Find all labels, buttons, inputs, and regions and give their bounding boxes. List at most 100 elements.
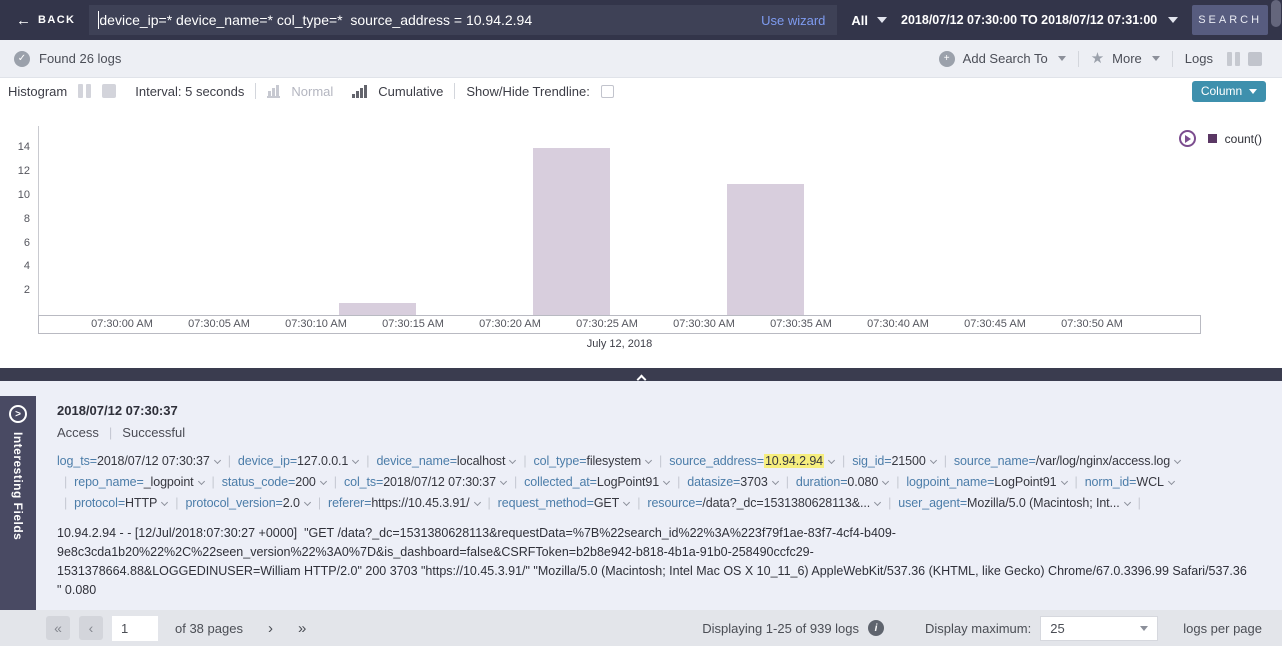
log-field[interactable]: collected_at=LogPoint91	[524, 475, 670, 489]
chevron-down-icon[interactable]	[623, 499, 630, 506]
time-range-dropdown[interactable]: 2018/07/12 07:30:00 TO 2018/07/12 07:31:…	[901, 13, 1178, 27]
previous-page-button[interactable]: ‹	[79, 616, 103, 640]
field-value: 2018/07/12 07:30:37	[383, 475, 496, 489]
field-value: 200	[295, 475, 316, 489]
search-query-input[interactable]	[99, 12, 753, 28]
legend-label[interactable]: count()	[1225, 132, 1262, 146]
histogram-bar[interactable]	[533, 148, 610, 315]
search-button[interactable]: SEARCH	[1192, 5, 1268, 35]
log-field[interactable]: source_address=10.94.2.94	[669, 454, 835, 468]
columns-view-icon[interactable]	[1227, 52, 1240, 66]
field-separator: |	[659, 454, 662, 468]
chevron-down-icon[interactable]	[214, 457, 221, 464]
next-page-button[interactable]: ›	[268, 620, 273, 637]
grid-view-icon[interactable]	[102, 84, 116, 98]
chart-legend: count()	[1179, 130, 1262, 147]
display-maximum-select[interactable]: 25	[1040, 616, 1158, 641]
play-icon[interactable]	[1179, 130, 1196, 147]
info-icon[interactable]: i	[868, 620, 884, 636]
log-field[interactable]: protocol_version=2.0	[185, 496, 310, 510]
chevron-down-icon[interactable]	[1124, 499, 1131, 506]
log-field[interactable]: referer=https://10.45.3.91/	[328, 496, 481, 510]
field-key: datasize=	[687, 475, 740, 489]
last-page-button[interactable]: »	[298, 620, 306, 637]
log-field[interactable]: datasize=3703	[687, 475, 778, 489]
chevron-down-icon[interactable]	[772, 478, 779, 485]
chevron-down-icon[interactable]	[1061, 478, 1068, 485]
field-key: referer=	[328, 496, 371, 510]
trendline-checkbox[interactable]	[601, 85, 614, 98]
field-separator: |	[842, 454, 845, 468]
field-key: col_ts=	[344, 475, 383, 489]
log-field[interactable]: col_type=filesystem	[533, 454, 652, 468]
chevron-down-icon[interactable]	[161, 499, 168, 506]
plus-circle-icon: +	[939, 51, 955, 67]
log-label-successful[interactable]: Successful	[122, 425, 185, 440]
log-field[interactable]: device_name=localhost	[376, 454, 516, 468]
chart-type-dropdown[interactable]: Column	[1192, 81, 1266, 102]
first-page-button[interactable]: «	[46, 616, 70, 640]
field-value: LogPoint91	[994, 475, 1056, 489]
log-field[interactable]: log_ts=2018/07/12 07:30:37	[57, 454, 221, 468]
chevron-down-icon[interactable]	[500, 478, 507, 485]
log-field[interactable]: protocol=HTTP	[74, 496, 168, 510]
chevron-down-icon[interactable]	[828, 457, 835, 464]
chevron-down-icon[interactable]	[882, 478, 889, 485]
use-wizard-link[interactable]: Use wizard	[761, 13, 825, 28]
histogram-bar[interactable]	[727, 184, 804, 315]
add-search-to-dropdown[interactable]: + Add Search To	[939, 51, 1066, 67]
log-field[interactable]: repo_name=_logpoint	[74, 475, 204, 489]
interesting-fields-sidebar[interactable]: > Interesting Fields	[0, 396, 36, 610]
y-axis-tick: 14	[0, 141, 30, 153]
chevron-down-icon[interactable]	[663, 478, 670, 485]
raw-log-line: 1531378664.88&LOGGEDINUSER=William HTTP/…	[57, 562, 1249, 581]
grid-view-icon[interactable]	[1248, 52, 1262, 66]
logpoint-search-window: ← BACK Use wizard All 2018/07/12 07:30:0…	[0, 0, 1282, 646]
scrollbar-thumb[interactable]	[1271, 0, 1281, 27]
field-value: GET	[594, 496, 619, 510]
log-field[interactable]: sig_id=21500	[852, 454, 937, 468]
chevron-down-icon[interactable]	[198, 478, 205, 485]
field-key: repo_name=	[74, 475, 144, 489]
repo-scope-dropdown[interactable]: All	[851, 13, 887, 28]
log-field[interactable]: status_code=200	[222, 475, 327, 489]
histogram-bar[interactable]	[339, 303, 416, 315]
expand-sidebar-icon[interactable]: >	[9, 405, 27, 423]
field-separator: |	[514, 475, 517, 489]
log-field[interactable]: device_ip=127.0.0.1	[238, 454, 359, 468]
divider	[1172, 51, 1173, 67]
chevron-down-icon[interactable]	[320, 478, 327, 485]
field-separator: |	[64, 496, 67, 510]
log-field[interactable]: request_method=GET	[498, 496, 631, 510]
log-field[interactable]: logpoint_name=LogPoint91	[906, 475, 1067, 489]
chevron-down-icon[interactable]	[509, 457, 516, 464]
log-field[interactable]: norm_id=WCL	[1085, 475, 1175, 489]
log-field[interactable]: resource=/data?_dc=1531380628113&...	[647, 496, 881, 510]
field-separator: |	[366, 454, 369, 468]
cumulative-toggle[interactable]: Cumulative	[378, 84, 443, 99]
columns-view-icon[interactable]	[78, 84, 91, 98]
chevron-down-icon[interactable]	[1168, 478, 1175, 485]
pages-count-text: of 38 pages	[175, 621, 243, 636]
log-field[interactable]: duration=0.080	[796, 475, 889, 489]
chevron-down-icon[interactable]	[352, 457, 359, 464]
log-field[interactable]: col_ts=2018/07/12 07:30:37	[344, 475, 507, 489]
field-value: HTTP	[125, 496, 157, 510]
log-field[interactable]: user_agent=Mozilla/5.0 (Macintosh; Int..…	[898, 496, 1130, 510]
more-dropdown[interactable]: ★ More	[1091, 51, 1160, 66]
chevron-down-icon[interactable]	[1174, 457, 1181, 464]
legend-color-swatch	[1208, 134, 1217, 143]
field-separator: |	[318, 496, 321, 510]
field-value: 21500	[891, 454, 925, 468]
chevron-down-icon[interactable]	[930, 457, 937, 464]
chevron-down-icon[interactable]	[473, 499, 480, 506]
field-separator: |	[944, 454, 947, 468]
chevron-down-icon[interactable]	[645, 457, 652, 464]
normal-toggle[interactable]: Normal	[291, 84, 333, 99]
log-label-access[interactable]: Access	[57, 425, 99, 440]
chevron-down-icon[interactable]	[874, 499, 881, 506]
chevron-down-icon[interactable]	[304, 499, 311, 506]
page-number-input[interactable]	[112, 616, 158, 641]
log-field[interactable]: source_name=/var/log/nginx/access.log	[954, 454, 1181, 468]
back-button[interactable]: ← BACK	[16, 12, 75, 29]
